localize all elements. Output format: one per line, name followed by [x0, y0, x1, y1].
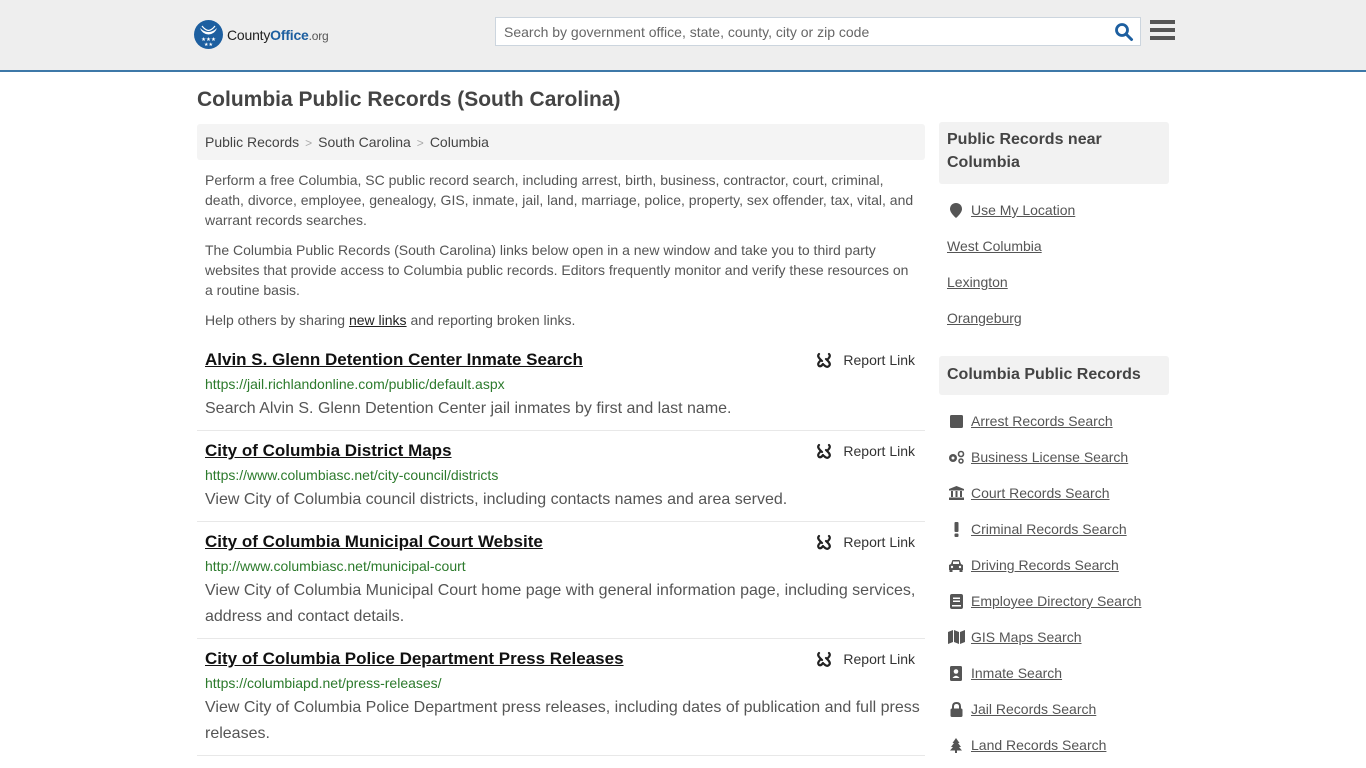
breadcrumb-south-carolina[interactable]: South Carolina: [318, 134, 411, 150]
sidebar-item-label: Criminal Records Search: [971, 521, 1127, 537]
columbia-records-heading: Columbia Public Records: [939, 356, 1169, 395]
breadcrumb: Public Records > South Carolina > Columbia: [197, 124, 925, 160]
intro-paragraph-3: Help others by sharing new links and rep…: [205, 310, 920, 330]
hamburger-menu-icon[interactable]: [1150, 20, 1175, 41]
breadcrumb-separator: >: [416, 136, 424, 150]
report-link-label: Report Link: [843, 651, 915, 667]
sidebar-item-business-license[interactable]: Business License Search: [947, 449, 1128, 465]
intro-paragraph-2: The Columbia Public Records (South Carol…: [205, 242, 909, 298]
sidebar-item-jail-records[interactable]: Jail Records Search: [947, 701, 1096, 717]
intro-text: and reporting broken links.: [406, 312, 576, 328]
exclamation-icon: [947, 521, 965, 537]
report-link-label: Report Link: [843, 443, 915, 459]
sidebar-item-arrest-records[interactable]: Arrest Records Search: [947, 413, 1113, 429]
page-title: Columbia Public Records (South Carolina): [197, 88, 621, 111]
listing-description: View City of Columbia council districts,…: [205, 491, 788, 508]
listing-item: City of Columbia District Maps Report Li…: [197, 441, 925, 522]
listing-item: Alvin S. Glenn Detention Center Inmate S…: [197, 350, 925, 431]
listing-description: View City of Columbia Municipal Court ho…: [205, 582, 916, 625]
listing-item: City of Columbia Police Department Press…: [197, 649, 925, 756]
listing-description: Search Alvin S. Glenn Detention Center j…: [205, 400, 732, 417]
listing-title-link[interactable]: Alvin S. Glenn Detention Center Inmate S…: [205, 350, 583, 370]
logo-org: .org: [308, 28, 329, 43]
sidebar-item-label: Court Records Search: [971, 485, 1110, 501]
search-bar: [495, 17, 1141, 46]
listing-title-link[interactable]: City of Columbia Police Department Press…: [205, 649, 624, 669]
report-link-button[interactable]: Report Link: [816, 651, 915, 667]
report-link-button[interactable]: Report Link: [816, 352, 915, 368]
sidebar-item-inmate-search[interactable]: Inmate Search: [947, 665, 1062, 681]
nearby-west-columbia-link[interactable]: West Columbia: [947, 238, 1042, 254]
listing-title-link[interactable]: City of Columbia Municipal Court Website: [205, 532, 543, 552]
car-icon: [947, 557, 965, 573]
search-input[interactable]: [496, 18, 1096, 45]
listing-item: City of Columbia Municipal Court Website…: [197, 532, 925, 639]
new-links-link[interactable]: new links: [349, 312, 407, 328]
broken-link-icon: [817, 443, 832, 459]
logo-county: County: [227, 26, 271, 43]
broken-link-icon: [817, 651, 832, 667]
listing-url: https://jail.richlandonline.com/public/d…: [205, 376, 505, 392]
broken-link-icon: [817, 534, 832, 550]
report-link-button[interactable]: Report Link: [816, 443, 915, 459]
report-link-label: Report Link: [843, 352, 915, 368]
breadcrumb-separator: >: [305, 136, 313, 150]
sidebar-item-label: Arrest Records Search: [971, 413, 1113, 429]
sidebar-item-driving-records[interactable]: Driving Records Search: [947, 557, 1119, 573]
intro-text: Help others by sharing: [205, 312, 349, 328]
breadcrumb-columbia[interactable]: Columbia: [430, 134, 489, 150]
sidebar-item-label: Land Records Search: [971, 737, 1107, 753]
sidebar-item-label: Driving Records Search: [971, 557, 1119, 573]
search-icon[interactable]: [1114, 22, 1134, 42]
lock-icon: [947, 701, 965, 717]
id-badge-icon: [947, 665, 965, 681]
nearby-heading: Public Records near Columbia: [939, 122, 1169, 184]
listing-url: https://www.columbiasc.net/city-council/…: [205, 467, 499, 483]
gears-icon: [947, 449, 965, 465]
nearby-lexington-link[interactable]: Lexington: [947, 274, 1008, 290]
sidebar-item-court-records[interactable]: Court Records Search: [947, 485, 1110, 501]
map-marker-icon: [947, 202, 965, 218]
eagle-stars-logo-icon: ★★★ ★★: [194, 20, 223, 49]
menu-bar: [1150, 36, 1175, 40]
report-link-label: Report Link: [843, 534, 915, 550]
report-link-button[interactable]: Report Link: [816, 534, 915, 550]
map-icon: [947, 629, 965, 645]
sidebar-item-label: Jail Records Search: [971, 701, 1097, 717]
use-my-location-link[interactable]: Use My Location: [947, 202, 1075, 218]
sidebar-item-label: GIS Maps Search: [971, 629, 1082, 645]
site-header: ★★★ ★★ CountyOffice.org: [0, 0, 1366, 72]
sidebar-item-label: Inmate Search: [971, 665, 1063, 681]
use-my-location-label: Use My Location: [971, 202, 1076, 218]
listing-url: https://columbiapd.net/press-releases/: [205, 675, 442, 691]
sidebar-item-employee-directory[interactable]: Employee Directory Search: [947, 593, 1141, 609]
courthouse-icon: [947, 485, 965, 501]
intro-paragraph-1: Perform a free Columbia, SC public recor…: [205, 172, 914, 228]
square-icon: [947, 413, 965, 429]
site-logo[interactable]: ★★★ ★★ CountyOffice.org: [194, 20, 329, 49]
listing-description: View City of Columbia Police Department …: [205, 699, 920, 742]
nearby-orangeburg-link[interactable]: Orangeburg: [947, 310, 1022, 326]
logo-wordmark: CountyOffice.org: [227, 27, 329, 43]
svg-text:★★: ★★: [204, 42, 213, 48]
book-icon: [947, 593, 965, 609]
tree-icon: [947, 737, 965, 753]
sidebar-item-label: Business License Search: [971, 449, 1129, 465]
sidebar-item-label: Employee Directory Search: [971, 593, 1142, 609]
broken-link-icon: [817, 352, 832, 368]
listing-url: http://www.columbiasc.net/municipal-cour…: [205, 558, 466, 574]
listing-title-link[interactable]: City of Columbia District Maps: [205, 441, 452, 461]
breadcrumb-public-records[interactable]: Public Records: [205, 134, 299, 150]
sidebar-item-criminal-records[interactable]: Criminal Records Search: [947, 521, 1127, 537]
menu-bar: [1150, 28, 1175, 32]
sidebar-item-gis-maps[interactable]: GIS Maps Search: [947, 629, 1082, 645]
menu-bar: [1150, 20, 1175, 24]
sidebar-item-land-records[interactable]: Land Records Search: [947, 737, 1106, 753]
logo-office: Office: [270, 26, 309, 43]
